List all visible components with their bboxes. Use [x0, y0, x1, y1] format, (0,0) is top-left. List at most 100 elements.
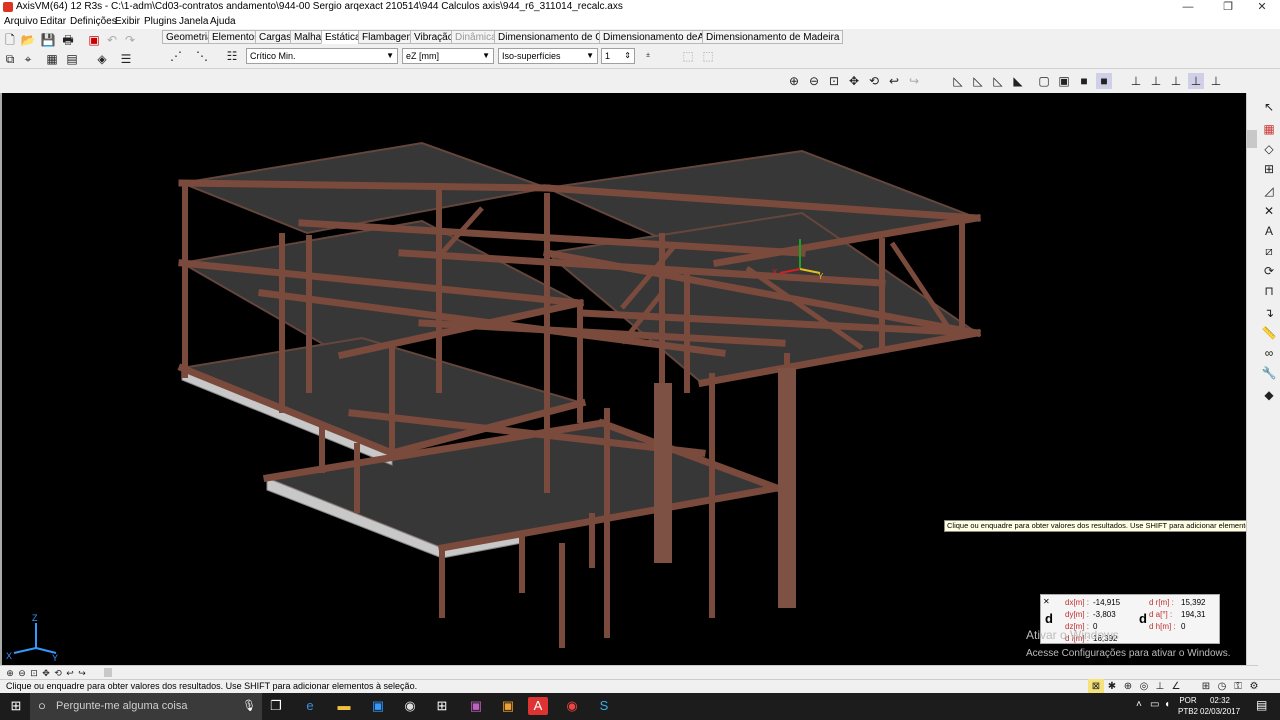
- horizontal-scrollbar-thumb[interactable]: [104, 668, 112, 677]
- tab-dimensionamento-madeira[interactable]: Dimensionamento de Madeira: [702, 30, 844, 44]
- zoom-in-icon[interactable]: ⊕: [786, 73, 802, 89]
- taskbar-search[interactable]: ○ Pergunte-me alguma coisa 🎙: [30, 693, 262, 720]
- pan-icon[interactable]: ✥: [846, 73, 862, 89]
- table-icon[interactable]: ▦: [44, 51, 60, 67]
- pdf-icon[interactable]: ▣: [86, 32, 102, 48]
- horizontal-scrollbar[interactable]: ⊕ ⊖ ⊡ ✥ ⟲ ↩ ↪: [0, 665, 1258, 679]
- skype-icon[interactable]: S: [594, 697, 614, 715]
- network-icon[interactable]: ▭: [1150, 699, 1159, 710]
- connect-icon[interactable]: ↴: [1261, 305, 1277, 321]
- shaded-icon[interactable]: ■: [1076, 73, 1092, 89]
- redo-icon[interactable]: ↷: [122, 32, 138, 48]
- clock-time: 02:32: [1209, 696, 1231, 705]
- view-glasses-icon[interactable]: ∞: [1261, 345, 1277, 361]
- view-perspective-icon[interactable]: ◣: [1010, 73, 1026, 89]
- workplane-xz-icon[interactable]: ⊥: [1148, 73, 1164, 89]
- windows-icon[interactable]: ⊞: [432, 697, 452, 715]
- diagram-min-icon[interactable]: ⋰: [168, 48, 184, 64]
- clock[interactable]: 02:32 02/03/2017: [1200, 695, 1240, 717]
- scale-factor-icon[interactable]: ±: [640, 48, 656, 64]
- view-front-icon[interactable]: ◺: [950, 73, 966, 89]
- redo-view-icon[interactable]: ↪: [906, 73, 922, 89]
- volume-icon[interactable]: ◖: [1164, 699, 1170, 710]
- wrench-icon[interactable]: 🔧: [1261, 365, 1277, 381]
- menu-definicoes[interactable]: Definições: [70, 16, 117, 27]
- view-top-icon[interactable]: ◺: [990, 73, 1006, 89]
- text-label-icon[interactable]: A: [1261, 223, 1277, 239]
- chrome-icon[interactable]: ◉: [562, 697, 582, 715]
- tab-malha[interactable]: Malha: [290, 30, 326, 44]
- undo-icon[interactable]: ↶: [104, 32, 120, 48]
- zoom-out-icon[interactable]: ⊖: [806, 73, 822, 89]
- color-legend-icon[interactable]: ▦: [1261, 121, 1277, 137]
- layers-icon[interactable]: ⧉: [2, 51, 18, 67]
- workplane-general-icon[interactable]: ⊥: [1188, 73, 1204, 89]
- node-icon[interactable]: ◇: [1261, 141, 1277, 157]
- animation-settings-icon[interactable]: ⬚: [700, 48, 716, 64]
- app-icon-orange[interactable]: ▣: [498, 697, 518, 715]
- close-icon[interactable]: ✕: [1043, 597, 1050, 606]
- edge-icon[interactable]: e: [300, 697, 320, 715]
- view-layers-icon[interactable]: ◈: [94, 51, 110, 67]
- open-folder-icon[interactable]: 📂: [20, 32, 36, 48]
- model-icon[interactable]: ⌖: [20, 51, 36, 67]
- minimize-button[interactable]: —: [1170, 0, 1206, 15]
- language-indicator[interactable]: POR PTB2: [1178, 695, 1198, 717]
- tab-dimensionamento-aco[interactable]: Dimensionamento deAço: [599, 30, 719, 44]
- display-params-icon[interactable]: ☷: [224, 48, 240, 64]
- app-icon-circle[interactable]: ◉: [400, 697, 420, 715]
- clock-date: 02/03/2017: [1200, 707, 1241, 716]
- workplane-yz-icon[interactable]: ⊥: [1168, 73, 1184, 89]
- menu-editar[interactable]: Editar: [40, 16, 66, 27]
- print-icon[interactable]: 🖶: [60, 32, 76, 48]
- component-select[interactable]: eZ [mm] ▼: [402, 48, 494, 64]
- support-icon[interactable]: ⊓: [1261, 283, 1277, 299]
- close-button[interactable]: ✕: [1244, 0, 1280, 15]
- report-icon[interactable]: ▤: [64, 51, 80, 67]
- measure-icon[interactable]: 📏: [1261, 325, 1277, 341]
- workplane-user-icon[interactable]: ⊥: [1208, 73, 1224, 89]
- load-case-select[interactable]: Crítico Min. ▼: [246, 48, 398, 64]
- model-viewport[interactable]: X Y Z X Y: [0, 93, 1246, 665]
- maximize-button[interactable]: ❐: [1210, 0, 1246, 15]
- workplane-xy-icon[interactable]: ⊥: [1128, 73, 1144, 89]
- menu-plugins[interactable]: Plugins: [144, 16, 177, 27]
- dimension-icon[interactable]: ◿: [1261, 183, 1277, 199]
- rotate-icon[interactable]: ⟲: [866, 73, 882, 89]
- menu-janela[interactable]: Janela: [179, 16, 208, 27]
- checkbox-list-icon[interactable]: ☰: [118, 51, 134, 67]
- file-explorer-icon[interactable]: ▬: [334, 697, 354, 715]
- app-icon-purple[interactable]: ▣: [466, 697, 486, 715]
- task-view-icon[interactable]: ❐: [266, 697, 286, 715]
- menu-exibir[interactable]: Exibir: [115, 16, 140, 27]
- rotate-element-icon[interactable]: ⟳: [1261, 263, 1277, 279]
- vertical-scrollbar[interactable]: [1246, 93, 1258, 665]
- hidden-line-icon[interactable]: ▣: [1056, 73, 1072, 89]
- chevron-down-icon: ▼: [482, 51, 490, 60]
- wireframe-icon[interactable]: ▢: [1036, 73, 1052, 89]
- display-mode-select[interactable]: Iso-superfícies ▼: [498, 48, 598, 64]
- notifications-icon[interactable]: ▤: [1256, 698, 1267, 712]
- axisvm-taskbar-icon[interactable]: A: [528, 697, 548, 715]
- scale-stepper[interactable]: 1 ⇕: [601, 48, 635, 64]
- pointer-icon[interactable]: ↖: [1261, 99, 1277, 115]
- zoom-window-icon[interactable]: ⊡: [826, 73, 842, 89]
- microphone-icon[interactable]: 🎙: [242, 699, 256, 712]
- view-side-icon[interactable]: ◺: [970, 73, 986, 89]
- animation-icon[interactable]: ⬚: [680, 48, 696, 64]
- undo-view-icon[interactable]: ↩: [886, 73, 902, 89]
- diagram-max-icon[interactable]: ⋱: [194, 48, 210, 64]
- save-icon[interactable]: 💾: [40, 32, 56, 48]
- menu-ajuda[interactable]: Ajuda: [210, 16, 236, 27]
- windows-start-icon[interactable]: ⊞: [6, 697, 26, 715]
- intersect-icon[interactable]: ✕: [1261, 203, 1277, 219]
- menu-arquivo[interactable]: Arquivo: [4, 16, 38, 27]
- grid-icon[interactable]: ⊞: [1261, 161, 1277, 177]
- rendered-icon[interactable]: ■: [1096, 73, 1112, 89]
- store-icon[interactable]: ▣: [368, 697, 388, 715]
- vertical-scrollbar-thumb[interactable]: [1247, 130, 1257, 148]
- new-file-icon[interactable]: 🗋: [2, 32, 18, 48]
- tray-up-icon[interactable]: ˄: [1136, 699, 1142, 710]
- diamond-icon[interactable]: ◆: [1261, 387, 1277, 403]
- section-icon[interactable]: ⧄: [1261, 243, 1277, 259]
